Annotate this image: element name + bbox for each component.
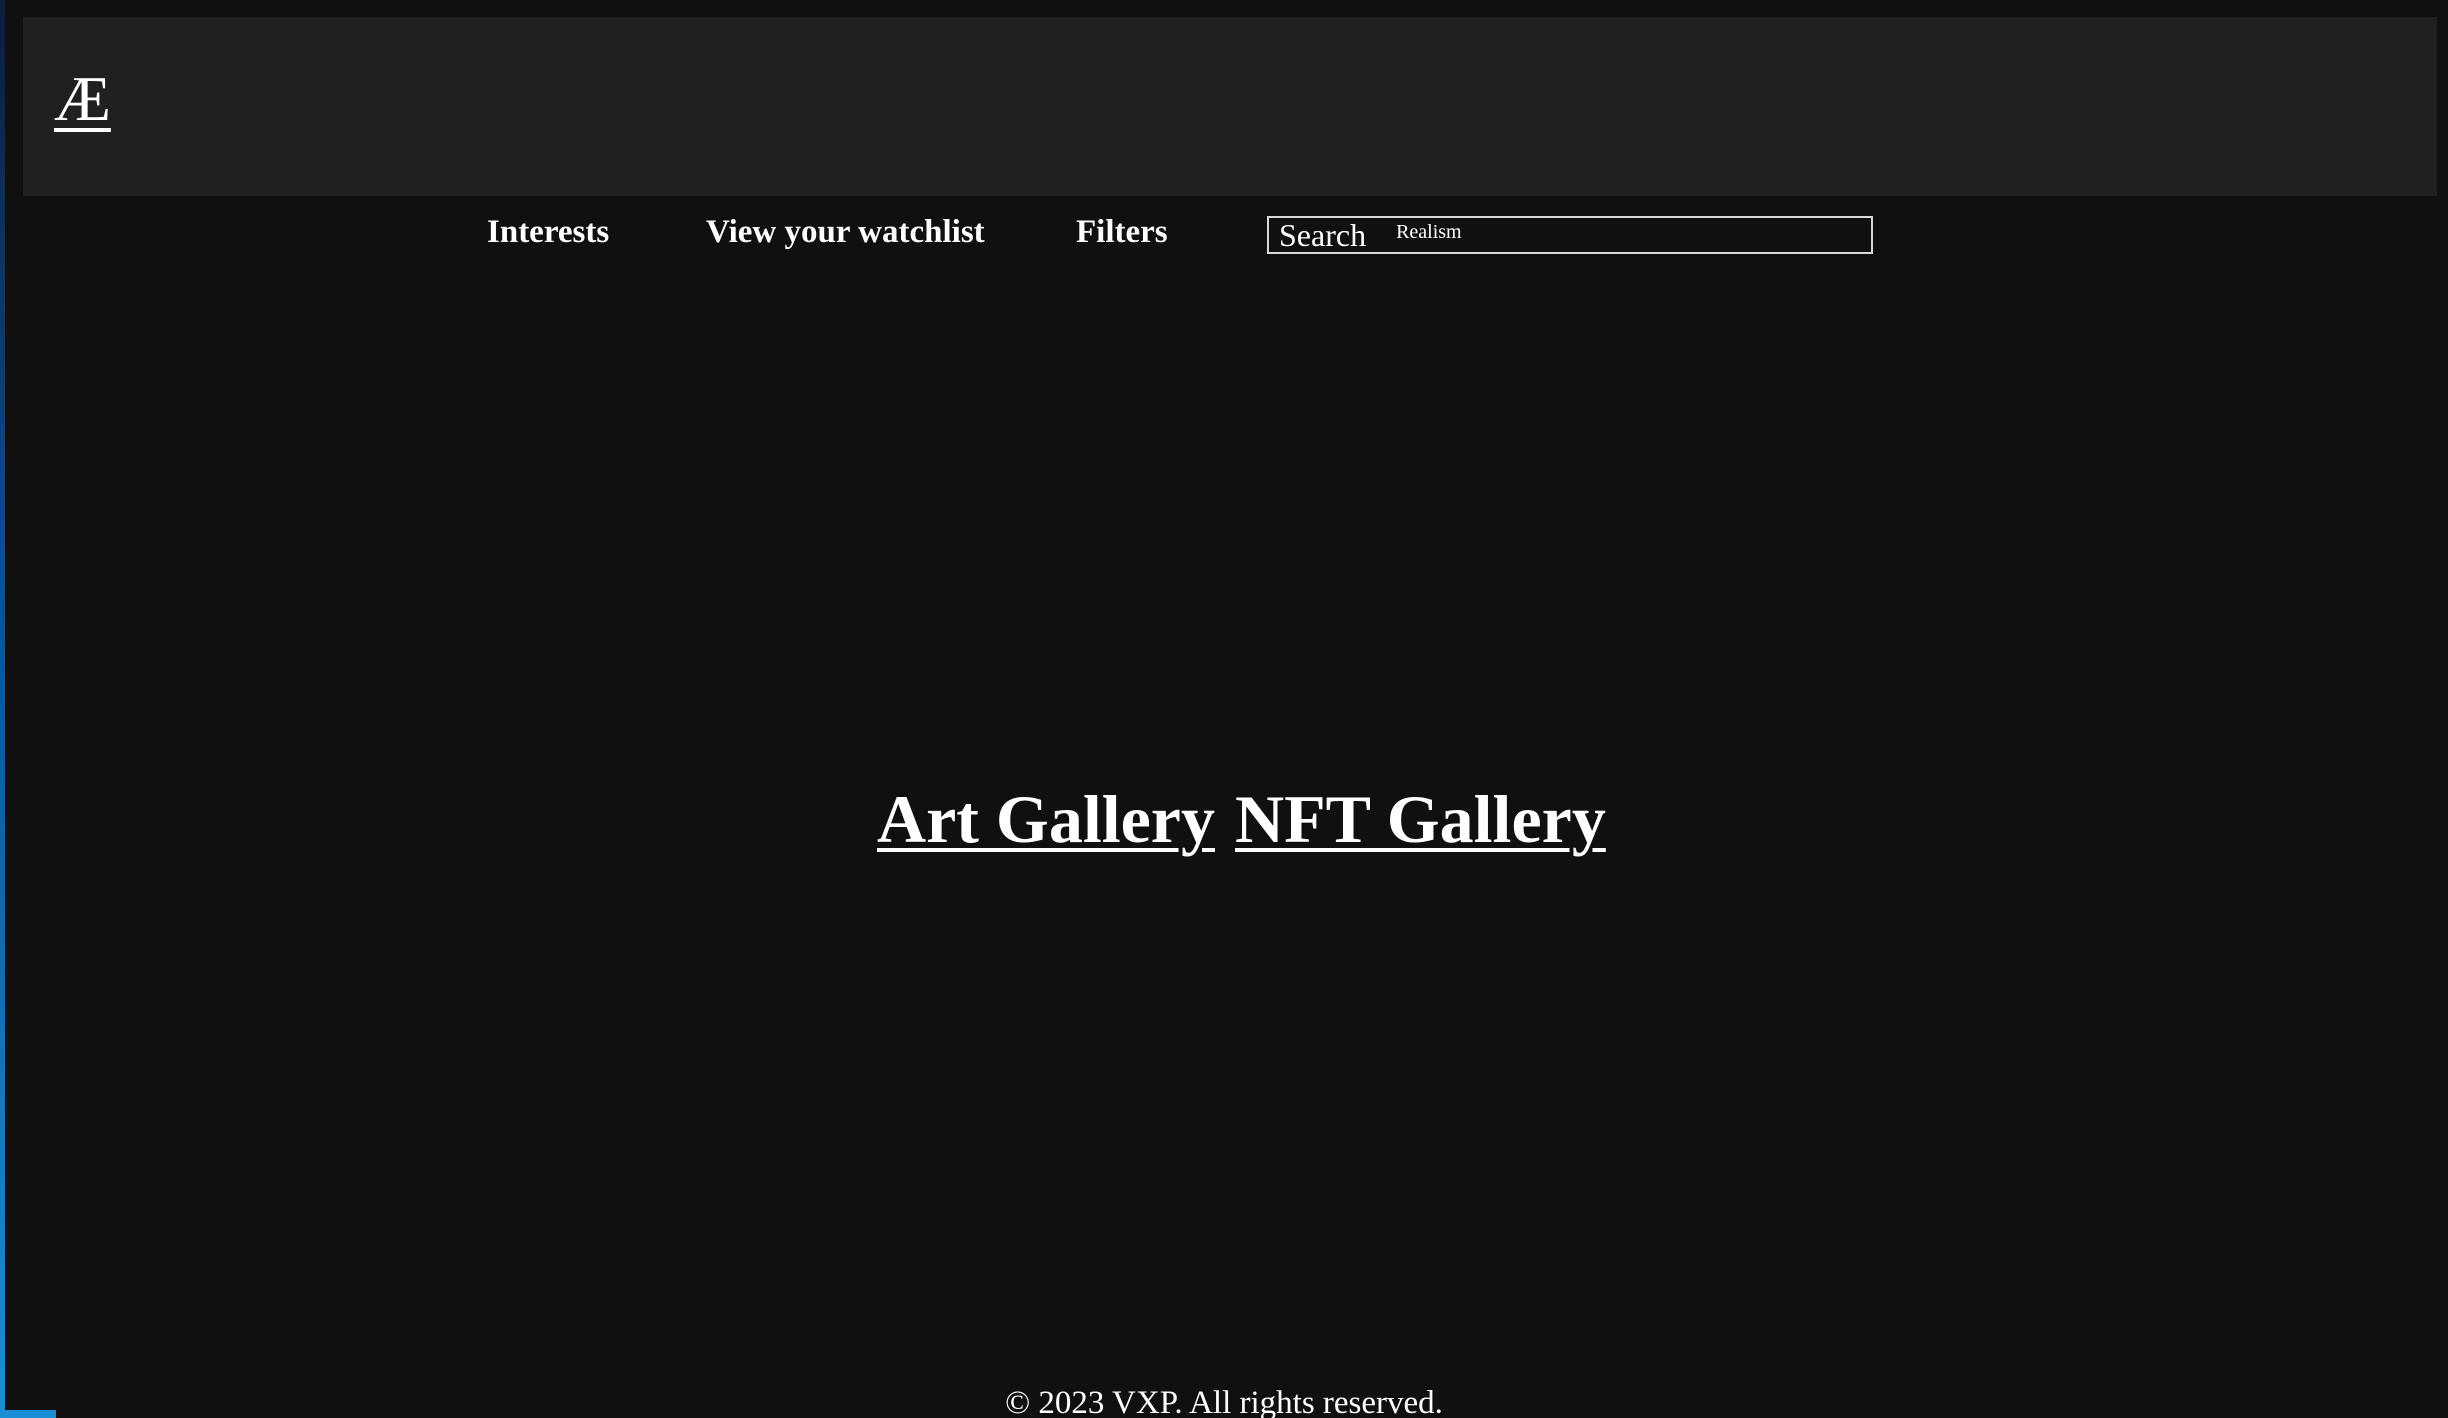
nav-filters-link[interactable]: Filters (1076, 214, 1168, 251)
page: Æ Interests View your watchlist Filters … (0, 0, 2448, 1418)
art-gallery-link[interactable]: Art Gallery (877, 780, 1215, 859)
footer-copyright: © 2023 VXP. All rights reserved. (1005, 1385, 1443, 1418)
nft-gallery-link[interactable]: NFT Gallery (1235, 780, 1606, 859)
search-input[interactable] (1396, 220, 1797, 244)
nav-watchlist-link[interactable]: View your watchlist (706, 214, 985, 251)
nav-bar: Interests View your watchlist Filters Se… (0, 200, 2448, 270)
gallery-links: Art Gallery NFT Gallery (0, 780, 2448, 870)
search-label: Search (1279, 216, 1367, 253)
header-bar: Æ (23, 17, 2437, 196)
site-logo[interactable]: Æ (54, 67, 111, 131)
search-box[interactable]: Search (1267, 216, 1873, 254)
nav-interests-link[interactable]: Interests (487, 214, 609, 251)
